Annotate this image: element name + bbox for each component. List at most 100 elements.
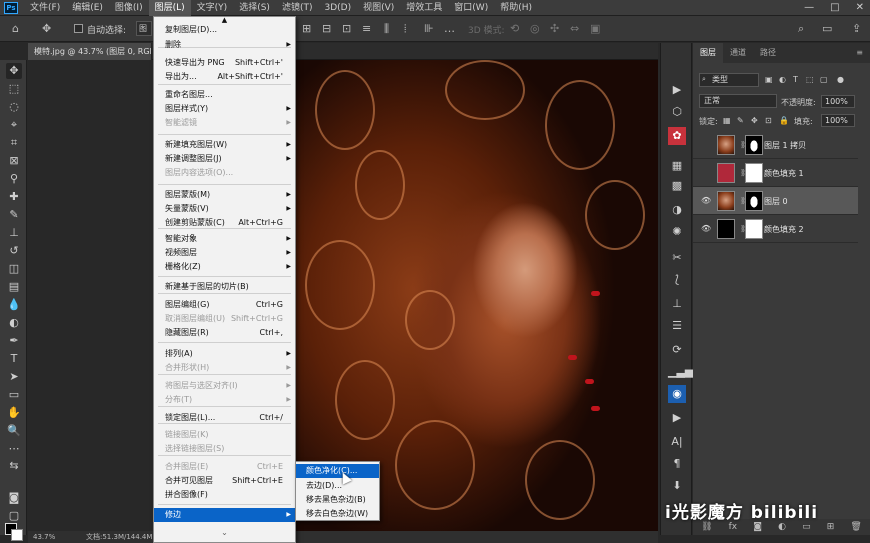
search-icon[interactable]: ⌕ xyxy=(798,22,804,36)
menu-3d[interactable]: 3D(D) xyxy=(318,0,357,16)
lock-position-icon[interactable]: ✥ xyxy=(751,116,758,125)
layer-name[interactable]: 图层 1 拷贝 xyxy=(764,140,806,151)
menu-scroll-down-icon[interactable]: ⌄ xyxy=(154,526,295,540)
character-panel-icon[interactable]: A| xyxy=(668,433,686,451)
layer-mask-thumbnail[interactable] xyxy=(745,219,763,239)
pen-tool-icon[interactable]: ✒ xyxy=(6,333,22,349)
layer-menu-item[interactable]: 排列(A) ▶ xyxy=(154,347,295,361)
minimize-button[interactable]: — xyxy=(804,0,814,16)
blend-mode-dropdown[interactable]: 正常 xyxy=(699,94,777,108)
shape-tool-icon[interactable]: ▭ xyxy=(6,387,22,403)
align-center-icon[interactable]: ⊟ xyxy=(322,22,331,36)
brush-tool-icon[interactable]: ✎ xyxy=(6,207,22,223)
layer-menu-item[interactable]: 删除 ▶ xyxy=(154,38,295,52)
align-right-icon[interactable]: ⊡ xyxy=(342,22,351,36)
filter-toggle-icon[interactable]: ● xyxy=(837,75,844,84)
move-tool-icon[interactable]: ✥ xyxy=(6,63,22,79)
layer-menu-item[interactable]: 新建调整图层(J) ▶ xyxy=(154,152,295,166)
blur-tool-icon[interactable]: 💧 xyxy=(6,297,22,313)
layer-mask-thumbnail[interactable] xyxy=(745,135,763,155)
layer-filter-dropdown[interactable]: 类型 xyxy=(699,73,759,87)
layer-menu-item[interactable]: 图层蒙版(M) ▶ xyxy=(154,188,295,202)
menu-layer[interactable]: 图层(L) xyxy=(148,0,191,16)
maximize-button[interactable]: □ xyxy=(830,0,839,16)
lock-pixels-icon[interactable]: ✎ xyxy=(737,116,744,125)
layer-row[interactable]: ⛓ 图层 1 拷贝 xyxy=(693,131,858,159)
paragraph-panel-icon[interactable]: ¶ xyxy=(668,455,686,473)
layer-menu-item[interactable]: 新建基于图层的切片(B) xyxy=(154,280,295,294)
layer-name[interactable]: 颜色填充 1 xyxy=(764,168,804,179)
new-layer-icon[interactable]: ⊞ xyxy=(827,519,835,535)
layer-menu-item[interactable]: 创建剪贴蒙版(C) Alt+Ctrl+G xyxy=(154,216,295,230)
close-button[interactable]: ✕ xyxy=(856,0,864,16)
menu-help[interactable]: 帮助(H) xyxy=(494,0,538,16)
submenu-remove-black-matte[interactable]: 移去黑色杂边(B) xyxy=(296,493,379,507)
spacing-icon[interactable]: ⊪ xyxy=(424,22,434,36)
dodge-tool-icon[interactable]: ◐ xyxy=(6,315,22,331)
layer-menu-item[interactable]: 栅格化(Z) ▶ xyxy=(154,260,295,274)
timeline-panel-icon[interactable]: ▶ xyxy=(668,409,686,427)
plugin-panel-icon[interactable]: ✿ xyxy=(668,127,686,145)
workspace-icon[interactable]: ▭ xyxy=(822,22,832,36)
layer-row[interactable]: 👁 ⛓ 颜色填充 2 xyxy=(693,215,858,243)
histogram-panel-icon[interactable]: ▁▃▅ xyxy=(668,363,693,381)
tab-layers[interactable]: 图层 xyxy=(693,43,723,63)
submenu-color-decontaminate[interactable]: 颜色净化(C)... xyxy=(296,464,379,478)
menu-image[interactable]: 图像(I) xyxy=(109,0,149,16)
autoselect-checkbox[interactable] xyxy=(74,24,83,33)
layer-menu-item[interactable]: 快速导出为 PNG Shift+Ctrl+' xyxy=(154,56,295,70)
3d-slide-icon[interactable]: ⇔ xyxy=(570,22,579,36)
menu-file[interactable]: 文件(F) xyxy=(24,0,66,16)
lasso-tool-icon[interactable]: ◌ xyxy=(6,99,22,115)
distribute-h-icon[interactable]: ⦙ xyxy=(404,22,406,36)
layer-menu-item[interactable]: 修边 ▶ xyxy=(154,508,295,522)
eraser-tool-icon[interactable]: ◫ xyxy=(6,261,22,277)
filter-type-icon[interactable]: T xyxy=(793,75,798,84)
history-brush-icon[interactable]: ↺ xyxy=(6,243,22,259)
gradient-tool-icon[interactable]: ▤ xyxy=(6,279,22,295)
crop-tool-icon[interactable]: ⌗ xyxy=(6,135,22,151)
tab-paths[interactable]: 路径 xyxy=(753,43,783,63)
adjustments-panel-icon[interactable]: ◑ xyxy=(668,201,686,219)
fill-input[interactable]: 100% xyxy=(821,114,855,127)
zoom-tool-icon[interactable]: 🔍 xyxy=(6,423,22,439)
quick-mask-icon[interactable]: ◙ xyxy=(6,490,22,506)
delete-layer-icon[interactable]: 🗑 xyxy=(850,519,861,535)
panel-menu-icon[interactable]: ≡ xyxy=(849,43,870,63)
menu-edit[interactable]: 编辑(E) xyxy=(66,0,109,16)
path-select-icon[interactable]: ➤ xyxy=(6,369,22,385)
layer-menu-item[interactable]: 合并可见图层 Shift+Ctrl+E xyxy=(154,474,295,488)
layer-mask-thumbnail[interactable] xyxy=(745,163,763,183)
swatches-panel-icon[interactable]: ▦ xyxy=(668,157,686,175)
marquee-tool-icon[interactable]: ⬚ xyxy=(6,81,22,97)
quick-select-tool-icon[interactable]: ⌖ xyxy=(6,117,22,133)
submenu-defringe[interactable]: 去边(D)... xyxy=(296,479,379,493)
align-icon[interactable]: ⊞ xyxy=(302,22,311,36)
eye-icon[interactable]: 👁 xyxy=(701,196,711,206)
layer-menu-item[interactable]: 视频图层 ▶ xyxy=(154,246,295,260)
brush-settings-icon[interactable]: ⟅ xyxy=(668,271,686,289)
layer-menu-item[interactable]: 图层编组(G) Ctrl+G xyxy=(154,298,295,312)
more-options-icon[interactable]: … xyxy=(444,22,455,36)
lock-transparent-icon[interactable]: ▦ xyxy=(723,116,731,125)
layer-name[interactable]: 颜色填充 2 xyxy=(764,224,804,235)
layer-menu-item[interactable]: 图层样式(Y) ▶ xyxy=(154,102,295,116)
layer-name[interactable]: 图层 0 xyxy=(764,196,788,207)
screen-mode-icon[interactable]: ▢ xyxy=(6,508,22,524)
filter-smart-icon[interactable]: ▢ xyxy=(820,75,828,84)
clone-source-icon[interactable]: ⊥ xyxy=(668,295,686,313)
distribute-v-icon[interactable]: ⫼ xyxy=(384,22,389,36)
3d-orbit-icon[interactable]: ⟲ xyxy=(510,22,519,36)
edit-toolbar-icon[interactable]: ⇆ xyxy=(6,458,22,474)
3d-pan-icon[interactable]: ✣ xyxy=(550,22,559,36)
layer-row[interactable]: ⛓ 颜色填充 1 xyxy=(693,159,858,187)
frame-tool-icon[interactable]: ⊠ xyxy=(6,153,22,169)
filter-adjustment-icon[interactable]: ◐ xyxy=(779,75,786,84)
lock-artboard-icon[interactable]: ⊡ xyxy=(765,116,772,125)
hand-tool-icon[interactable]: ✋ xyxy=(6,405,22,421)
layer-menu-item[interactable]: 拼合图像(F) xyxy=(154,488,295,502)
tab-channels[interactable]: 通道 xyxy=(723,43,753,63)
visibility-toggle[interactable] xyxy=(701,140,711,150)
menu-type[interactable]: 文字(Y) xyxy=(191,0,234,16)
distribute-icon[interactable]: ≡ xyxy=(362,22,371,36)
